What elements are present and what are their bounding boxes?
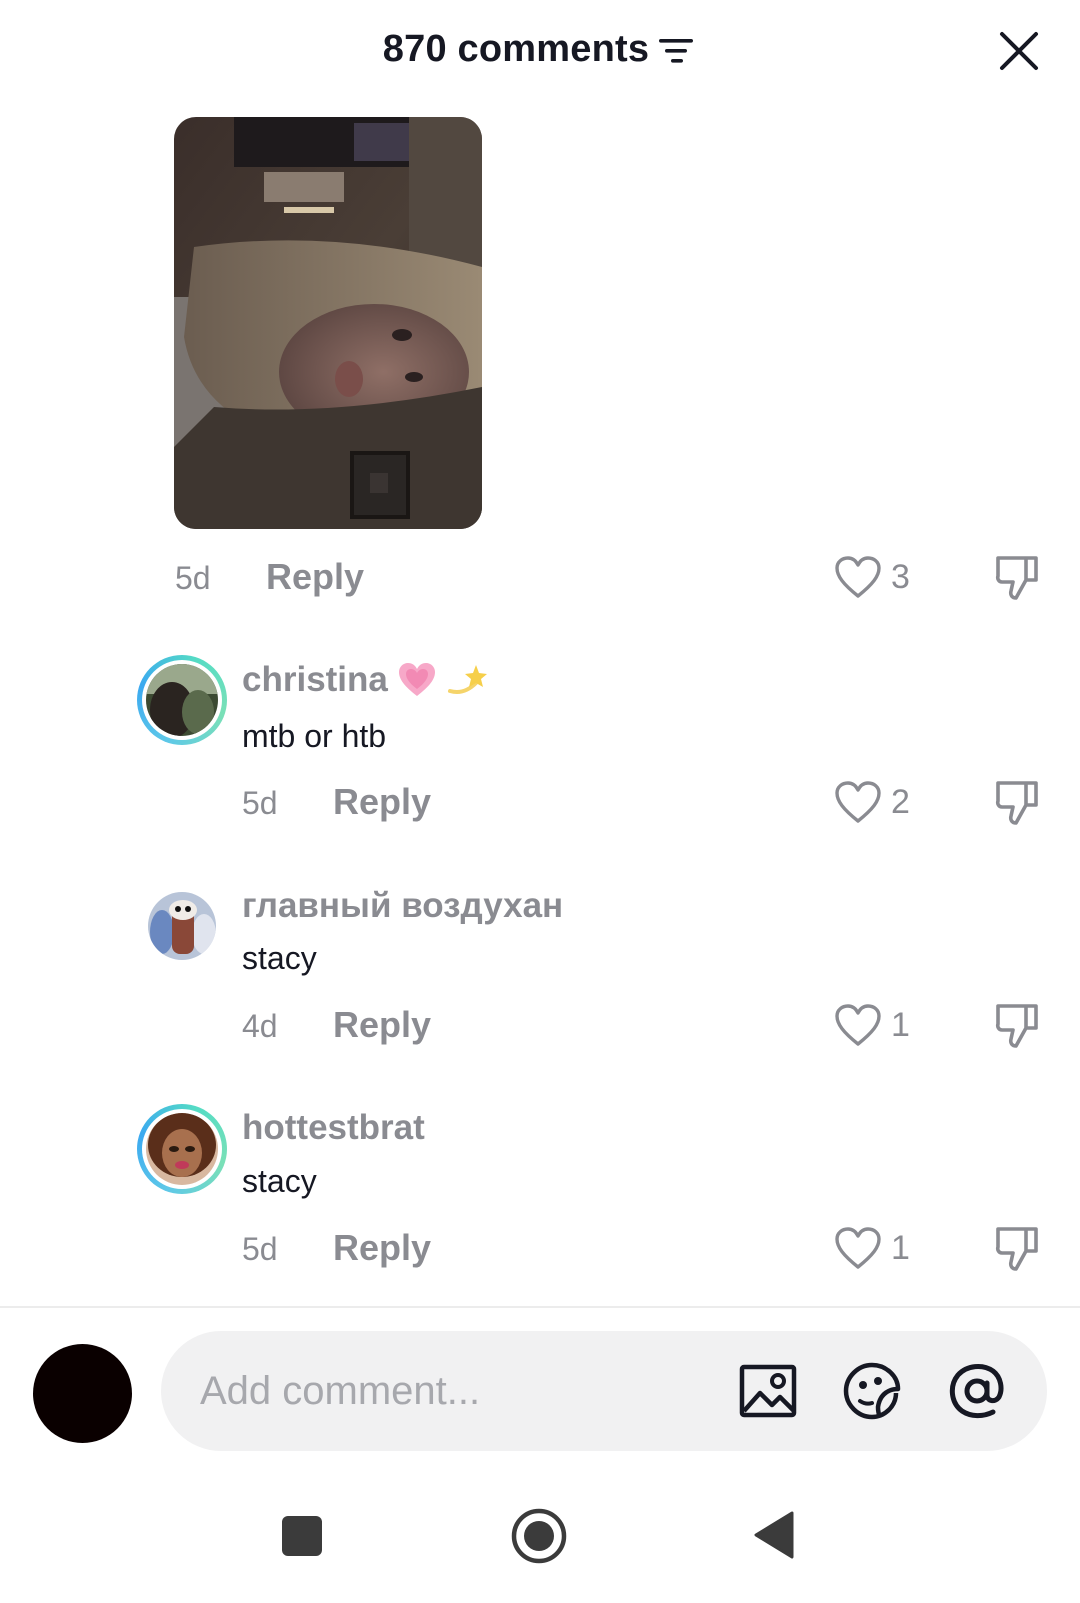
like-button[interactable]: 1 (833, 1225, 910, 1271)
close-icon[interactable] (998, 30, 1040, 72)
comment-time: 5d (242, 785, 278, 821)
title-wrap[interactable]: 870 comments (0, 28, 1080, 71)
recents-icon[interactable] (280, 1514, 324, 1558)
comment-input[interactable]: Add comment... (161, 1331, 1047, 1451)
comments-sheet: 870 comments 5d Reply 3 christina mtb or… (0, 0, 1080, 1603)
avatar[interactable] (137, 1104, 227, 1194)
like-count: 2 (891, 782, 910, 821)
heart-icon (835, 1004, 881, 1046)
comment-input-placeholder: Add comment... (200, 1369, 481, 1413)
comment-username[interactable]: christina (242, 660, 488, 700)
mention-icon[interactable] (947, 1361, 1007, 1421)
dizzy-star-icon (447, 665, 487, 694)
like-count: 3 (891, 557, 910, 596)
username-text: christina (242, 660, 388, 699)
heart-icon (835, 781, 881, 823)
emoji-sticker-icon[interactable] (842, 1361, 902, 1421)
like-count: 1 (891, 1005, 910, 1044)
reply-photo[interactable] (174, 117, 482, 529)
like-button[interactable]: 2 (833, 779, 910, 825)
pink-heart-icon (398, 663, 435, 696)
image-icon[interactable] (738, 1361, 798, 1421)
avatar[interactable] (137, 655, 227, 745)
like-count: 1 (891, 1228, 910, 1267)
sort-icon[interactable] (657, 33, 697, 69)
comments-header: 870 comments (0, 0, 1080, 104)
like-button[interactable]: 3 (833, 554, 910, 600)
thumbs-down-icon[interactable] (992, 1223, 1042, 1275)
comment-text: stacy (242, 1163, 317, 1199)
home-icon[interactable] (510, 1507, 568, 1565)
comment-text: stacy (242, 940, 317, 976)
system-nav-bar (0, 1490, 1080, 1603)
comment-text: mtb or htb (242, 718, 387, 754)
reply-button[interactable]: Reply (333, 781, 431, 823)
thumbs-down-icon[interactable] (992, 1000, 1042, 1052)
my-avatar[interactable] (33, 1344, 132, 1443)
reply-button[interactable]: Reply (266, 556, 364, 598)
comment-meta: 4d Reply 1 (0, 998, 1080, 1058)
comment-meta: 5d Reply 2 (0, 775, 1080, 835)
comment-time: 5d (175, 560, 211, 596)
thumbs-down-icon[interactable] (992, 552, 1042, 604)
composer-divider (0, 1306, 1080, 1308)
back-icon[interactable] (752, 1510, 796, 1560)
comment-time: 4d (242, 1008, 278, 1044)
comment-username[interactable]: hottestbrat (242, 1108, 425, 1148)
comment-time: 5d (242, 1231, 278, 1267)
comment-meta: 5d Reply 1 (0, 1221, 1080, 1281)
photo-reply-meta: 5d Reply 3 (0, 550, 1080, 610)
reply-button[interactable]: Reply (333, 1227, 431, 1269)
like-button[interactable]: 1 (833, 1002, 910, 1048)
comment-username[interactable]: главный воздухан (242, 886, 563, 926)
avatar[interactable] (148, 892, 216, 960)
reply-button[interactable]: Reply (333, 1004, 431, 1046)
comments-count-title: 870 comments (382, 28, 650, 70)
thumbs-down-icon[interactable] (992, 777, 1042, 829)
heart-icon (835, 1227, 881, 1269)
heart-icon (835, 556, 881, 598)
